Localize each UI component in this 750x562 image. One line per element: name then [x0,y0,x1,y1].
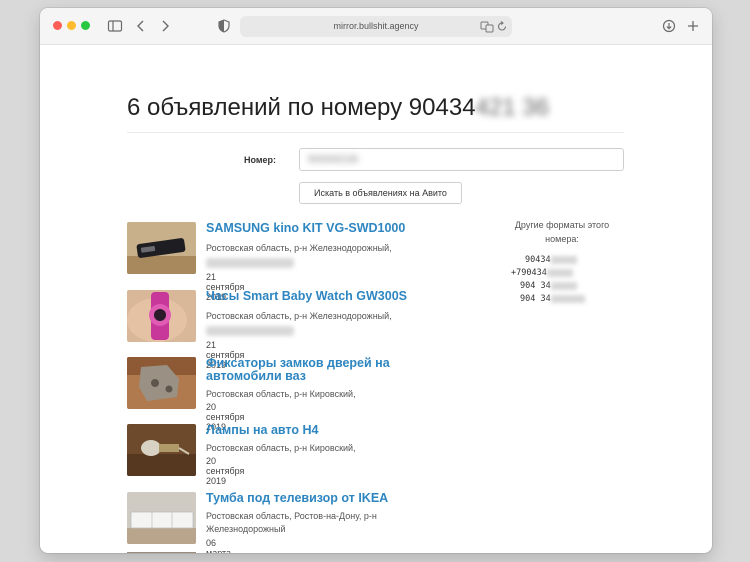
page-title: 6 объявлений по номеру 90434421 36 [127,94,549,122]
listing-title[interactable]: Фиксаторы замков дверей на автомобили ва… [206,357,416,383]
format-item-text: 90434 [525,255,551,265]
listing-title[interactable]: SAMSUNG kino KIT VG-SWD1000 [206,222,416,235]
listing-photo[interactable] [127,424,196,476]
page-title-hidden-digits: 421 36 [475,94,549,121]
listing-address-redacted [206,258,294,268]
title-divider [127,132,624,133]
minimize-window-button[interactable] [67,21,76,30]
number-input-value: 9043442136 [308,154,359,164]
listing-location: Ростовская область, р-н Кировский, [206,389,356,399]
format-item-redacted [550,281,577,290]
listing-photo[interactable] [127,357,196,409]
listing-location: Ростовская область, р-н Кировский, [206,443,356,453]
page-content: 6 объявлений по номеру 90434421 36 Номер… [40,46,712,553]
back-icon[interactable] [132,17,150,35]
listing-title[interactable]: Часы Smart Baby Watch GW300S [206,290,416,303]
address-bar[interactable]: mirror.bullshit.agency [240,16,512,37]
new-tab-icon[interactable] [684,17,702,35]
forward-icon[interactable] [156,17,174,35]
listing-title[interactable]: Тумба под телевизор от IKEA [206,492,416,505]
format-item-text: 904 34 [520,281,551,291]
number-input[interactable]: 9043442136 [299,148,624,171]
page-title-text: 6 объявлений по номеру 90434 [127,94,476,121]
other-formats-panel: Другие форматы этого номера: 90434 +7904… [507,218,617,306]
listing-photo-partial[interactable] [127,552,196,553]
format-item: 904 34 [507,280,617,293]
listing-title[interactable]: Лампы на авто H4 [206,424,416,437]
listing-address-redacted [206,326,294,336]
format-item-redacted [550,255,577,264]
format-item-redacted [546,268,573,277]
number-label: Номер: [244,155,277,165]
browser-toolbar: mirror.bullshit.agency [40,8,712,45]
shield-icon[interactable] [215,17,233,35]
listing-photo[interactable] [127,290,196,342]
zoom-window-button[interactable] [81,21,90,30]
listing-date: 20 сентября 2019 [206,456,245,486]
listing-location: Ростовская область, р-н Железнодорожный, [206,243,392,253]
other-formats-list: 90434 +790434 904 34 904 34 [507,254,617,306]
other-formats-title: Другие форматы этого номера: [514,220,610,244]
listing-photo[interactable] [127,492,196,544]
format-item: 90434 [507,254,617,267]
listing-photo[interactable] [127,222,196,274]
close-window-button[interactable] [53,21,62,30]
format-item: +790434 [507,267,617,280]
format-item: 904 34 [507,293,617,306]
sidebar-icon[interactable] [106,17,124,35]
reload-icon[interactable] [496,20,508,33]
format-item-text: 904 34 [520,294,551,304]
listing-location: Ростовская область, р-н Железнодорожный, [206,311,392,321]
listing-date: 06 марта 2019 [206,538,232,553]
url-text: mirror.bullshit.agency [333,21,419,31]
format-item-redacted [550,294,585,303]
listing-location: Ростовская область, Ростов-на-Дону, р-н … [206,511,377,534]
download-icon[interactable] [660,17,678,35]
search-avito-button[interactable]: Искать в объявлениях на Авито [299,182,462,204]
reader-translate-icon[interactable] [480,20,494,33]
format-item-text: +790434 [511,268,547,278]
browser-window: mirror.bullshit.agency 6 объявлений по н… [40,8,712,553]
